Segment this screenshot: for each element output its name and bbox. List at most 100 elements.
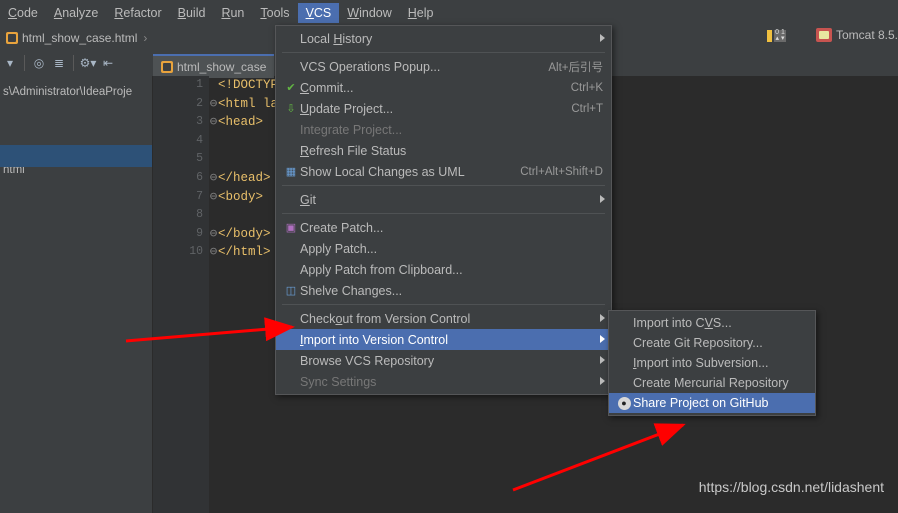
vcs-menu-item-apply-patch-from-clipboard[interactable]: Apply Patch from Clipboard... (276, 259, 611, 280)
code-fold-icon[interactable]: ⊖ (209, 188, 218, 207)
code-fold-icon[interactable]: ⊖ (209, 95, 218, 114)
menu-item-label: Share Project on GitHub (633, 396, 769, 410)
code-fold-icon[interactable]: ⊖ (209, 113, 218, 132)
html-file-icon-tab (161, 61, 173, 73)
vcs-menu-item-show-local-changes-as-uml[interactable]: ▦ Show Local Changes as UML Ctrl+Alt+Shift… (276, 161, 611, 182)
watermark-text: https://blog.csdn.net/lidashent (698, 479, 884, 495)
vcs-menu-item-git[interactable]: Git (276, 189, 611, 210)
code-fold-icon[interactable]: ⊖ (209, 243, 218, 262)
menu-separator (282, 213, 605, 214)
html-file-icon (6, 31, 18, 44)
menu-item-label: Import into CVS... (633, 316, 732, 330)
submenu-item-import-into-cvs[interactable]: Import into CVS... (609, 313, 815, 333)
code-text: </head> (218, 170, 271, 185)
menu-item-tools[interactable]: Tools (252, 3, 297, 23)
code-fold-icon[interactable]: ⊖ (209, 169, 218, 188)
github-icon: ● (615, 396, 633, 410)
hide-panel-icon[interactable]: ⇤ (98, 53, 118, 73)
navbar-file-item[interactable]: html_show_case.html › (0, 28, 153, 48)
menu-item-build[interactable]: Build (170, 3, 214, 23)
gutter-line-number: 4 (196, 133, 203, 147)
vcs-menu-item-create-patch[interactable]: ▣ Create Patch... (276, 217, 611, 238)
menu-item-analyze[interactable]: Analyze (46, 3, 106, 23)
run-configuration-selector[interactable]: Tomcat 8.5. (815, 28, 898, 42)
menu-item-label: Import into Subversion... (633, 356, 769, 370)
menu-item-label: Apply Patch... (300, 241, 378, 256)
expand-all-icon[interactable]: ≣ (49, 53, 69, 73)
project-row[interactable]: s\Administrator\IdeaProje (0, 84, 152, 100)
submenu-item-share-project-on-github[interactable]: ● Share Project on GitHub (609, 393, 815, 413)
vcs-menu-item-apply-patch[interactable]: Apply Patch... (276, 238, 611, 259)
menu-item-shortcut: Alt+后引号 (548, 61, 603, 74)
menu-item-code[interactable]: Code (0, 3, 46, 23)
tomcat-icon (815, 28, 832, 42)
editor-file-tab[interactable]: html_show_case (153, 54, 275, 78)
navbar-separator-icon: › (143, 30, 148, 45)
code-fold-icon[interactable] (209, 150, 218, 169)
inspection-indicator[interactable]: 0 1 ▴ ▾ (767, 29, 786, 42)
vcs-menu-item-browse-vcs-repository[interactable]: Browse VCS Repository (276, 350, 611, 371)
submenu-arrow-icon (600, 335, 605, 343)
shelve-icon: ◫ (285, 285, 297, 297)
vcs-menu-item-refresh-file-status[interactable]: Refresh File Status (276, 140, 611, 161)
vcs-menu-item-shelve-changes[interactable]: ◫ Shelve Changes... (276, 280, 611, 301)
warning-marker-icon (767, 30, 772, 42)
submenu-item-create-git-repository[interactable]: Create Git Repository... (609, 333, 815, 353)
code-text: <body> (218, 189, 264, 204)
vcs-menu-item-commit[interactable]: ✔ Commit... Ctrl+K (276, 77, 611, 98)
menu-item-refactor[interactable]: Refactor (106, 3, 169, 23)
project-row[interactable] (0, 140, 152, 144)
menu-item-label: Create Mercurial Repository (633, 376, 789, 390)
menu-item-label: Refresh File Status (300, 143, 407, 158)
code-text: <head> (218, 115, 264, 130)
menu-item-label: Show Local Changes as UML (300, 164, 465, 179)
code-fold-icon[interactable] (209, 76, 218, 95)
gutter-line-number: 5 (196, 152, 203, 166)
vcs-menu-item-vcs-operations-popup[interactable]: VCS Operations Popup... Alt+后引号 (276, 56, 611, 77)
vcs-menu-item-local-history[interactable]: Local History (276, 28, 611, 49)
import-into-version-control-submenu[interactable]: Import into CVS... Create Git Repository.… (608, 310, 816, 416)
menu-item-shortcut: Ctrl+T (571, 102, 603, 115)
submenu-arrow-icon (600, 195, 605, 203)
submenu-item-import-into-subversion[interactable]: Import into Subversion... (609, 353, 815, 373)
gutter-line-number: 2 (196, 96, 203, 110)
submenu-item-create-mercurial-repository[interactable]: Create Mercurial Repository (609, 373, 815, 393)
collapse-all-icon[interactable]: ◎ (29, 53, 49, 73)
code-fold-icon[interactable] (209, 132, 218, 151)
project-selected-row-highlight (0, 145, 152, 167)
gutter-line-number: 1 (196, 78, 203, 91)
code-fold-icon[interactable] (209, 206, 218, 225)
menu-item-shortcut: Ctrl+K (570, 81, 603, 94)
submenu-arrow-icon (600, 356, 605, 364)
patch-icon: ▣ (285, 222, 297, 234)
menu-item-help[interactable]: Help (400, 3, 442, 23)
toolbar-dropdown-icon[interactable]: ▾ (0, 53, 20, 73)
run-configuration-label: Tomcat 8.5. (835, 28, 898, 42)
gutter-line-number: 6 (196, 170, 203, 184)
settings-gear-icon[interactable]: ⚙▾ (78, 53, 98, 73)
menu-item-vcs[interactable]: VCS (297, 2, 340, 23)
project-tool-window[interactable]: s\Administrator\IdeaProje html (0, 76, 153, 513)
menu-item-label: Browse VCS Repository (300, 353, 435, 368)
menu-separator (282, 52, 605, 53)
menu-item-label: VCS Operations Popup... (300, 59, 441, 74)
menu-item-label: Checkout from Version Control (300, 311, 471, 326)
menu-item-label: Integrate Project... (300, 122, 403, 137)
vcs-menu-item-integrate-project: Integrate Project... (276, 119, 611, 140)
menu-item-label: Git (300, 192, 316, 207)
project-row[interactable] (0, 118, 152, 122)
code-fold-icon[interactable]: ⊖ (209, 225, 218, 244)
vcs-menu-item-import-into-version-control[interactable]: Import into Version Control (276, 329, 611, 350)
menu-bar: Code Analyze Refactor Build Run Tools VCS Windo… (0, 0, 898, 26)
menu-item-run[interactable]: Run (213, 3, 252, 23)
menu-item-label: Local History (300, 31, 373, 46)
code-text: </html> (218, 245, 271, 260)
vcs-menu-item-update-project[interactable]: ⇩ Update Project... Ctrl+T (276, 98, 611, 119)
submenu-arrow-icon (600, 377, 605, 385)
menu-item-label: Shelve Changes... (300, 283, 403, 298)
vcs-menu-item-checkout-from-version-control[interactable]: Checkout from Version Control (276, 308, 611, 329)
vcs-menu-item-sync-settings: Sync Settings (276, 371, 611, 392)
vcs-menu[interactable]: Local History VCS Operations Popup... Alt+… (275, 25, 612, 395)
gutter-line-number: 10 (189, 245, 203, 259)
menu-item-window[interactable]: Window (339, 3, 399, 23)
